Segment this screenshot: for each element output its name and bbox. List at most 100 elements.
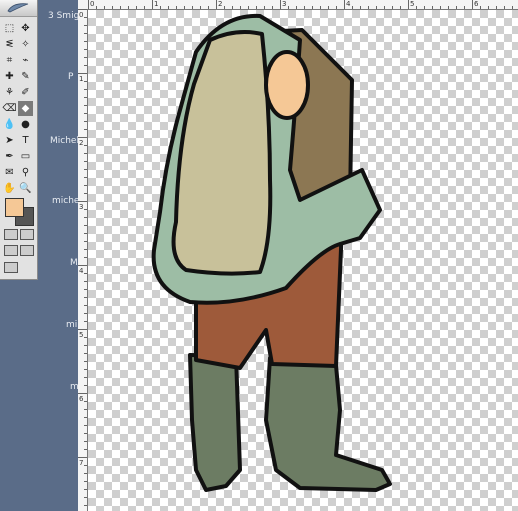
ruler-tick xyxy=(248,6,249,9)
ruler-tick xyxy=(84,217,87,218)
ruler-tick xyxy=(392,6,393,9)
lasso-tool-icon[interactable]: ᓬ xyxy=(2,37,17,52)
ruler-tick xyxy=(464,6,465,9)
ruler-tick xyxy=(488,6,489,9)
hand-tool-icon[interactable]: ✋ xyxy=(2,181,17,196)
ruler-tick xyxy=(272,6,273,9)
move-tool-icon[interactable]: ✥ xyxy=(18,21,33,36)
right-boot xyxy=(264,352,392,492)
ruler-number: 0 xyxy=(79,11,84,19)
healing-brush-tool-icon[interactable]: ✚ xyxy=(2,69,17,84)
top-ruler[interactable]: 01234567 xyxy=(78,0,518,10)
slice-tool-icon[interactable]: ⌁ xyxy=(18,53,33,68)
ruler-number: 3 xyxy=(79,203,84,211)
ruler-tick xyxy=(84,57,87,58)
left-boot xyxy=(188,353,242,492)
ruler-tick xyxy=(352,6,353,9)
desktop-file-label[interactable]: M xyxy=(70,258,78,268)
ruler-tick xyxy=(368,6,369,9)
ruler-tick xyxy=(84,497,87,498)
pen-tool-icon[interactable]: ✒ xyxy=(2,149,17,164)
magic-wand-tool-icon[interactable]: ✧ xyxy=(18,37,33,52)
notes-tool-icon[interactable]: ✉ xyxy=(2,165,17,180)
ruler-number: 2 xyxy=(218,0,223,8)
ruler-tick xyxy=(84,153,87,154)
desktop-file-label[interactable]: mi xyxy=(66,320,77,330)
ruler-tick xyxy=(84,257,87,258)
ruler-number: 4 xyxy=(79,267,84,275)
face xyxy=(264,50,310,120)
shape-tool-icon[interactable]: ▭ xyxy=(18,149,33,164)
screen-mode-icon[interactable] xyxy=(4,245,18,256)
ruler-tick xyxy=(84,193,87,194)
ruler-tick xyxy=(78,73,87,74)
ruler-tick xyxy=(84,113,87,114)
paint-bucket-tool-icon[interactable]: ◆ xyxy=(18,101,33,116)
ruler-tick xyxy=(78,201,87,202)
ruler-tick xyxy=(84,433,87,434)
eraser-tool-icon[interactable]: ⌫ xyxy=(2,101,17,116)
ruler-tick xyxy=(328,6,329,9)
brush-tool-icon[interactable]: ✎ xyxy=(18,69,33,84)
ruler-tick xyxy=(160,6,161,9)
type-tool-icon[interactable]: T xyxy=(18,133,33,148)
ruler-tick xyxy=(136,6,137,9)
ruler-tick xyxy=(84,121,87,122)
ruler-tick xyxy=(84,233,87,234)
ruler-tick xyxy=(84,425,87,426)
ruler-tick xyxy=(84,377,87,378)
desktop-file-label[interactable]: Michel xyxy=(50,136,79,146)
ruler-tick xyxy=(84,145,87,146)
ruler-number: 4 xyxy=(346,0,351,8)
ruler-tick xyxy=(448,6,449,9)
quick-mask-icon[interactable] xyxy=(20,229,34,240)
character-illustration xyxy=(151,13,392,492)
crop-tool-icon[interactable]: ⌗ xyxy=(2,53,17,68)
foreground-color-swatch[interactable] xyxy=(5,198,24,217)
ruler-tick xyxy=(84,417,87,418)
ruler-tick xyxy=(112,6,113,9)
path-select-tool-icon[interactable]: ➤ xyxy=(2,133,17,148)
left-ruler[interactable]: 0 1 2 3 4 5 6 7 xyxy=(78,9,88,511)
ruler-tick xyxy=(144,6,145,9)
ruler-tick xyxy=(384,6,385,9)
history-brush-tool-icon[interactable]: ✐ xyxy=(18,85,33,100)
blur-tool-icon[interactable]: 💧 xyxy=(2,117,17,132)
eyedropper-tool-icon[interactable]: ⚲ xyxy=(18,165,33,180)
ruler-tick xyxy=(84,241,87,242)
ruler-tick xyxy=(224,6,225,9)
ruler-tick xyxy=(84,465,87,466)
ruler-tick xyxy=(400,6,401,9)
desktop-file-label[interactable]: miche xyxy=(52,196,79,206)
ruler-tick xyxy=(84,337,87,338)
ruler-number: 2 xyxy=(79,139,84,147)
ruler-tick xyxy=(88,0,89,9)
ruler-tick xyxy=(84,89,87,90)
ruler-number: 7 xyxy=(79,459,84,467)
ruler-tick xyxy=(84,401,87,402)
desktop-file-label[interactable]: P xyxy=(68,72,73,82)
marquee-tool-icon[interactable]: ⬚ xyxy=(2,21,17,36)
fullscreen-mode-icon[interactable] xyxy=(20,245,34,256)
ruler-number: 1 xyxy=(154,0,159,8)
document-canvas[interactable] xyxy=(88,10,518,511)
ruler-tick xyxy=(432,6,433,9)
ruler-tick xyxy=(84,449,87,450)
ruler-tick xyxy=(344,0,345,9)
ruler-tick xyxy=(78,457,87,458)
feather-logo-icon[interactable] xyxy=(6,2,30,13)
jump-to-imageready-icon[interactable] xyxy=(4,262,18,273)
ruler-tick xyxy=(84,273,87,274)
ruler-tick xyxy=(84,17,87,18)
dodge-tool-icon[interactable]: ● xyxy=(18,117,33,132)
ruler-number: 3 xyxy=(282,0,287,8)
ruler-tick xyxy=(280,0,281,9)
ruler-tick xyxy=(84,33,87,34)
ruler-tick xyxy=(200,6,201,9)
zoom-tool-icon[interactable]: 🔍 xyxy=(18,181,33,196)
ruler-tick xyxy=(176,6,177,9)
clone-stamp-tool-icon[interactable]: ⚘ xyxy=(2,85,17,100)
standard-mode-icon[interactable] xyxy=(4,229,18,240)
tools-palette-titlebar[interactable] xyxy=(0,0,37,17)
ruler-tick xyxy=(84,481,87,482)
